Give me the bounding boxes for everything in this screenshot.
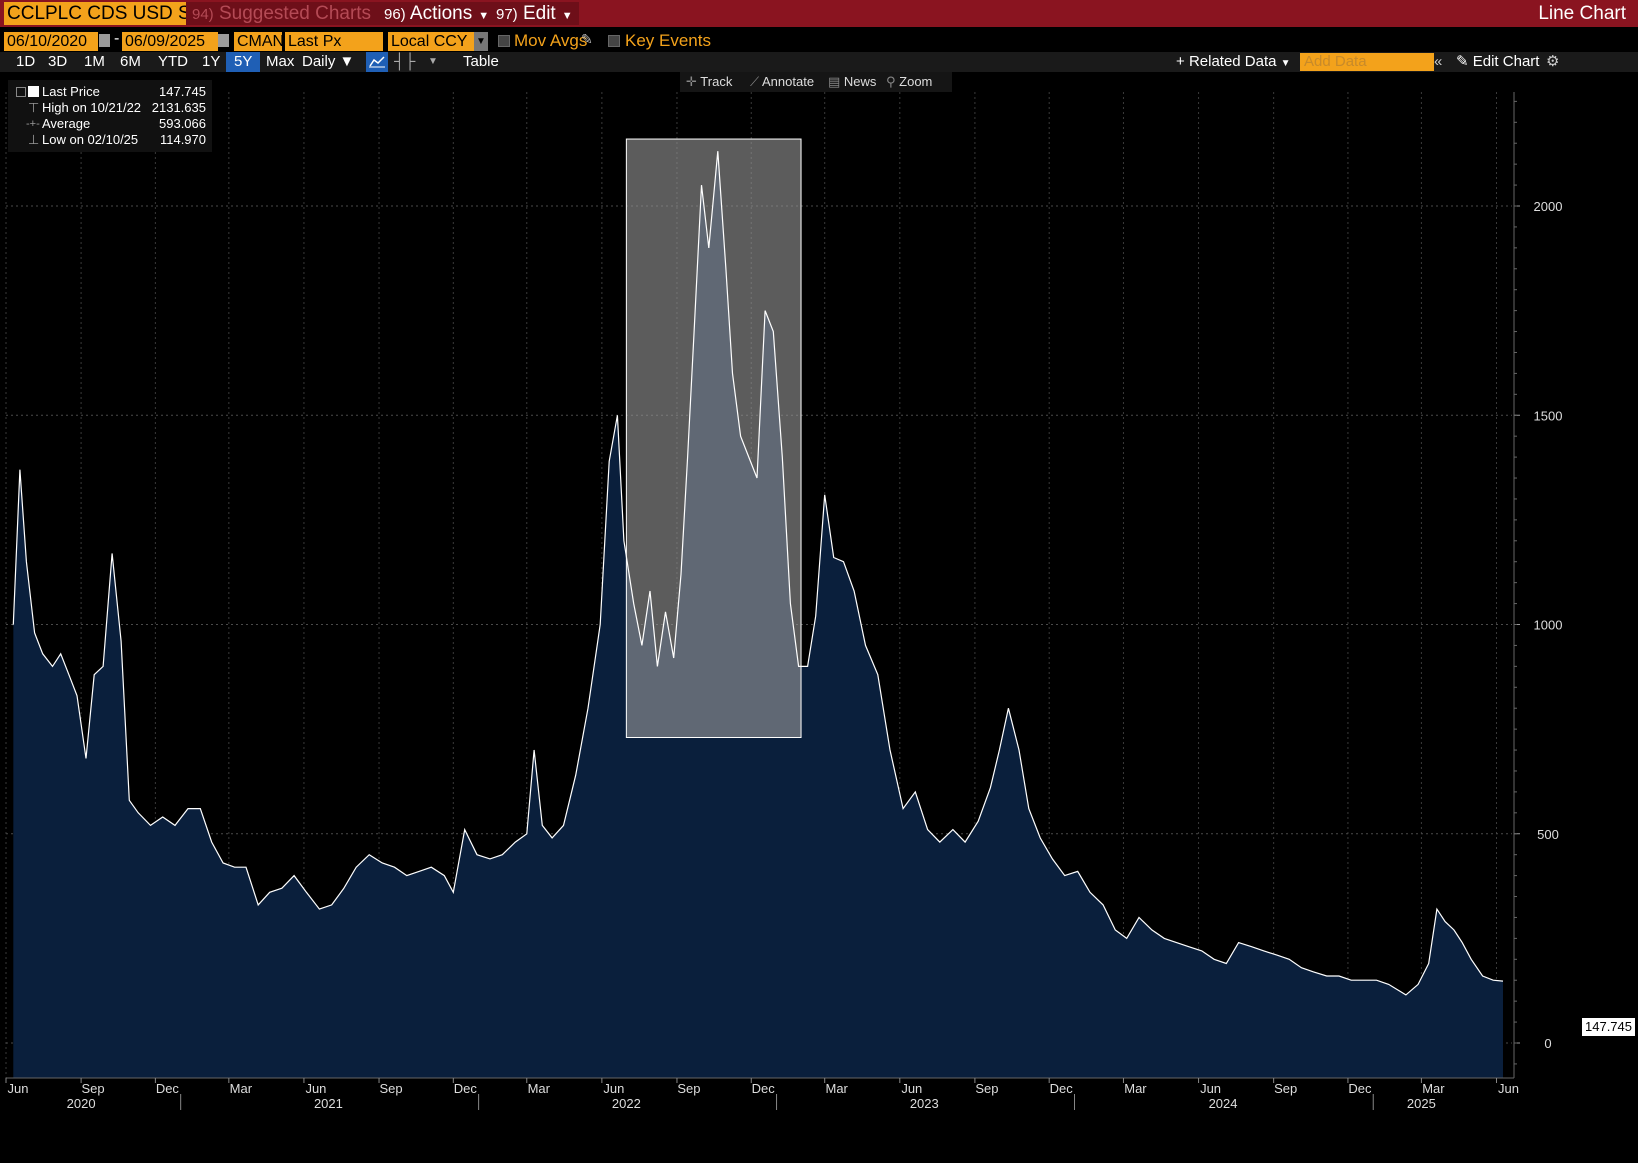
x-year-label: 2022 (612, 1096, 641, 1111)
y-tick-label: 1500 (1534, 408, 1563, 423)
y-tick-label: 1000 (1534, 618, 1563, 633)
x-tick-label: Sep (975, 1081, 998, 1096)
tool-annotate[interactable]: ⟋ Annotate (750, 72, 814, 92)
x-tick-label: Mar (1124, 1081, 1147, 1096)
x-tick-label: Jun (1200, 1081, 1221, 1096)
x-tick-label: Dec (1348, 1081, 1372, 1096)
legend-average: -+- Average 593.066 (8, 116, 212, 132)
x-tick-label: Sep (1274, 1081, 1297, 1096)
x-tick-label: Mar (1422, 1081, 1445, 1096)
x-year-label: 2020 (67, 1096, 96, 1111)
legend-low: ⊥ Low on 02/10/25 114.970 (8, 132, 212, 148)
legend: Last Price 147.745 ⊤ High on 10/21/22 21… (8, 80, 212, 152)
x-tick-label: Dec (752, 1081, 776, 1096)
price-chart[interactable]: 0 500 1000 1500 2000 Jun Sep Dec Mar Jun Sep Dec Mar… (0, 0, 1638, 1163)
tool-annotate-label: Annotate (762, 74, 815, 89)
tool-news-label: News (843, 74, 877, 89)
legend-high-label: High on 10/21/22 (42, 100, 142, 115)
tool-zoom[interactable]: ⚲ Zoom (886, 72, 932, 92)
zoom-icon: ⚲ (886, 74, 896, 89)
legend-last[interactable]: Last Price 147.745 (8, 84, 212, 100)
average-marker-icon: -+- (26, 118, 40, 130)
news-icon: ▤ (828, 74, 841, 89)
annotate-icon: ⟋ (750, 74, 760, 89)
x-tick-label: Jun (305, 1081, 326, 1096)
tool-news[interactable]: ▤ News (828, 72, 876, 92)
legend-last-label: Last Price (42, 84, 100, 99)
series-swatch (28, 86, 39, 97)
x-year-label: 2023 (910, 1096, 939, 1111)
x-year-label: 2024 (1209, 1096, 1238, 1111)
legend-average-label: Average (42, 116, 91, 131)
legend-average-value: 593.066 (159, 116, 206, 131)
legend-last-value: 147.745 (159, 84, 206, 99)
x-tick-label: Dec (454, 1081, 478, 1096)
last-price-tag: 147.745 (1582, 1018, 1635, 1036)
x-tick-label: Mar (528, 1081, 551, 1096)
x-tick-label: Dec (156, 1081, 180, 1096)
legend-high-value: 2131.635 (151, 100, 206, 115)
y-tick-label: 500 (1537, 827, 1559, 842)
x-year-label: 2025 (1407, 1096, 1436, 1111)
x-tick-label: Jun (901, 1081, 922, 1096)
x-tick-label: Dec (1050, 1081, 1074, 1096)
highlight-region (625, 138, 802, 738)
x-tick-label: Jun (1498, 1081, 1519, 1096)
collapse-box-icon[interactable] (16, 87, 26, 97)
low-marker-icon: ⊥ (28, 132, 40, 147)
x-tick-label: Sep (677, 1081, 700, 1096)
x-tick-label: Jun (8, 1081, 29, 1096)
y-tick-label: 2000 (1534, 199, 1563, 214)
tool-zoom-label: Zoom (899, 74, 933, 89)
x-tick-label: Mar (230, 1081, 253, 1096)
x-year-label: 2021 (314, 1096, 343, 1111)
x-tick-label: Mar (826, 1081, 849, 1096)
legend-low-label: Low on 02/10/25 (42, 132, 139, 147)
x-tick-label: Jun (603, 1081, 624, 1096)
high-marker-icon: ⊤ (28, 100, 40, 115)
x-tick-label: Sep (379, 1081, 402, 1096)
legend-low-value: 114.970 (159, 132, 206, 147)
tool-track[interactable]: ✛ Track (686, 72, 732, 92)
legend-high: ⊤ High on 10/21/22 2131.635 (8, 100, 212, 116)
y-tick-label: 0 (1544, 1036, 1551, 1051)
crosshair-icon: ✛ (686, 74, 697, 89)
tool-track-label: Track (700, 74, 733, 89)
x-tick-label: Sep (82, 1081, 105, 1096)
chart-toolbar: ✛ Track ⟋ Annotate ▤ News ⚲ Zoom (680, 72, 952, 92)
